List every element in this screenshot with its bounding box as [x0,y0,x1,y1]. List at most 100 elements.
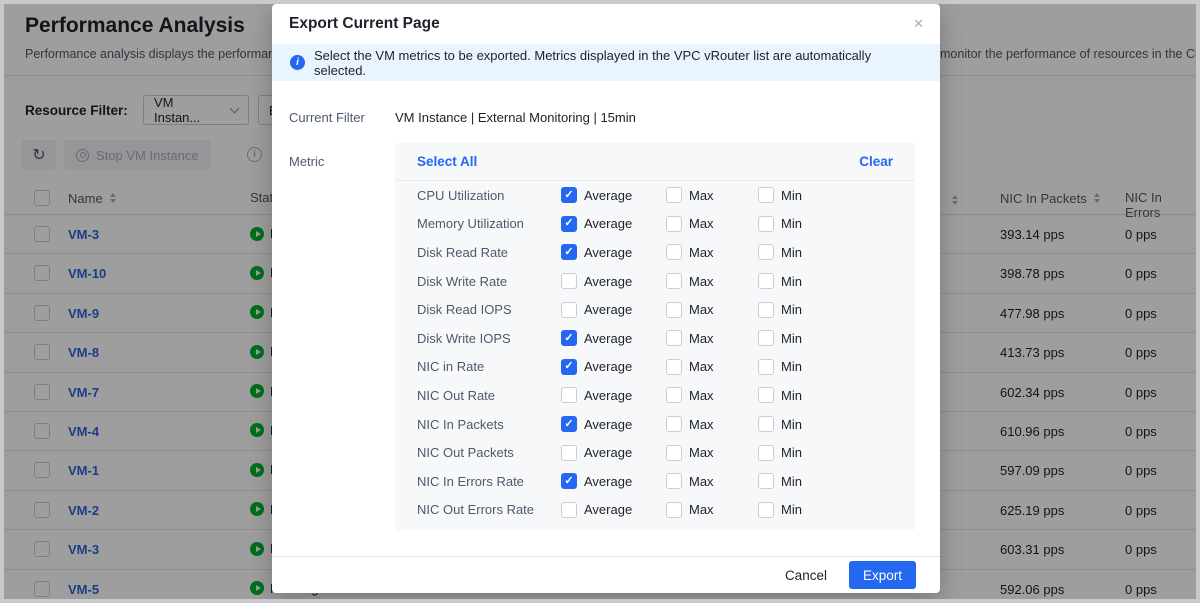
max-checkbox[interactable] [666,244,682,260]
average-checkbox[interactable] [561,416,577,432]
average-checkbox-group[interactable]: Average [561,216,666,232]
min-checkbox[interactable] [758,416,774,432]
metric-name: NIC In Packets [417,417,561,432]
checkbox-label: Min [781,245,802,260]
average-checkbox[interactable] [561,387,577,403]
average-checkbox[interactable] [561,244,577,260]
average-checkbox[interactable] [561,502,577,518]
min-checkbox-group[interactable]: Min [758,216,802,232]
cancel-button[interactable]: Cancel [785,568,827,583]
info-banner-text: Select the VM metrics to be exported. Me… [314,48,922,78]
average-checkbox-group[interactable]: Average [561,445,666,461]
average-checkbox[interactable] [561,216,577,232]
min-checkbox[interactable] [758,445,774,461]
metric-name: Disk Write IOPS [417,331,561,346]
checkbox-label: Average [584,388,632,403]
checkbox-label: Min [781,331,802,346]
checkbox-label: Average [584,188,632,203]
min-checkbox-group[interactable]: Min [758,473,802,489]
average-checkbox[interactable] [561,273,577,289]
min-checkbox-group[interactable]: Min [758,330,802,346]
average-checkbox-group[interactable]: Average [561,302,666,318]
max-checkbox[interactable] [666,330,682,346]
metric-row: NIC in RateAverageMaxMin [395,353,915,382]
max-checkbox-group[interactable]: Max [666,244,758,260]
max-checkbox-group[interactable]: Max [666,473,758,489]
export-button[interactable]: Export [849,561,916,589]
min-checkbox-group[interactable]: Min [758,416,802,432]
min-checkbox-group[interactable]: Min [758,244,802,260]
checkbox-label: Max [689,188,714,203]
metric-row: NIC In Packets Average MaxMin [395,410,915,439]
average-checkbox-group[interactable]: Average [561,273,666,289]
max-checkbox[interactable] [666,445,682,461]
max-checkbox-group[interactable]: Max [666,187,758,203]
average-checkbox[interactable] [561,473,577,489]
metric-section: Metric Select All Clear CPU UtilizationA… [289,143,915,530]
checkbox-label: Average [584,502,632,517]
min-checkbox[interactable] [758,473,774,489]
min-checkbox[interactable] [758,187,774,203]
average-checkbox[interactable] [561,445,577,461]
min-checkbox[interactable] [758,273,774,289]
min-checkbox[interactable] [758,216,774,232]
max-checkbox-group[interactable]: Max [666,502,758,518]
average-checkbox-group[interactable]: Average [561,473,666,489]
min-checkbox-group[interactable]: Min [758,445,802,461]
metric-name: Disk Read IOPS [417,302,561,317]
max-checkbox-group[interactable]: Max [666,216,758,232]
max-checkbox[interactable] [666,473,682,489]
average-checkbox[interactable] [561,187,577,203]
average-checkbox-group[interactable]: Average [561,187,666,203]
max-checkbox-group[interactable]: Max [666,416,758,432]
max-checkbox-group[interactable]: Max [666,330,758,346]
average-checkbox-group[interactable]: Average [561,502,666,518]
max-checkbox-group[interactable]: Max [666,445,758,461]
min-checkbox[interactable] [758,359,774,375]
select-all-link[interactable]: Select All [417,154,477,169]
dialog-footer: Cancel Export [272,556,940,593]
max-checkbox[interactable] [666,416,682,432]
checkbox-label: Min [781,216,802,231]
max-checkbox[interactable] [666,216,682,232]
max-checkbox[interactable] [666,187,682,203]
clear-link[interactable]: Clear [859,154,893,169]
average-checkbox[interactable] [561,330,577,346]
min-checkbox[interactable] [758,302,774,318]
average-checkbox-group[interactable]: Average [561,244,666,260]
max-checkbox[interactable] [666,387,682,403]
checkbox-label: Max [689,331,714,346]
checkbox-label: Min [781,188,802,203]
checkbox-label: Average [584,417,632,432]
min-checkbox-group[interactable]: Min [758,502,802,518]
min-checkbox-group[interactable]: Min [758,302,802,318]
min-checkbox[interactable] [758,387,774,403]
metric-row: Disk Read IOPSAverageMaxMin [395,295,915,324]
max-checkbox-group[interactable]: Max [666,273,758,289]
max-checkbox[interactable] [666,502,682,518]
average-checkbox-group[interactable]: Average [561,416,666,432]
min-checkbox-group[interactable]: Min [758,187,802,203]
dialog-header: Export Current Page ✕ [272,4,940,44]
max-checkbox-group[interactable]: Max [666,359,758,375]
max-checkbox[interactable] [666,302,682,318]
min-checkbox-group[interactable]: Min [758,359,802,375]
metric-row: NIC Out PacketsAverageMaxMin [395,438,915,467]
min-checkbox-group[interactable]: Min [758,387,802,403]
export-current-page-dialog: Export Current Page ✕ i Select the VM me… [272,4,940,593]
close-icon[interactable]: ✕ [913,16,924,32]
min-checkbox[interactable] [758,244,774,260]
max-checkbox[interactable] [666,273,682,289]
average-checkbox[interactable] [561,359,577,375]
average-checkbox-group[interactable]: Average [561,387,666,403]
checkbox-label: Min [781,388,802,403]
min-checkbox[interactable] [758,502,774,518]
max-checkbox-group[interactable]: Max [666,387,758,403]
max-checkbox-group[interactable]: Max [666,302,758,318]
average-checkbox[interactable] [561,302,577,318]
average-checkbox-group[interactable]: Average [561,330,666,346]
min-checkbox-group[interactable]: Min [758,273,802,289]
max-checkbox[interactable] [666,359,682,375]
average-checkbox-group[interactable]: Average [561,359,666,375]
min-checkbox[interactable] [758,330,774,346]
